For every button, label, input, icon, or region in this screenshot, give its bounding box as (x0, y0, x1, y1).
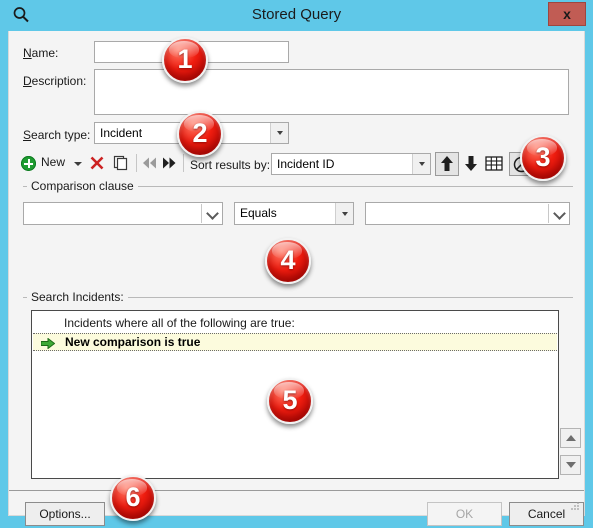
name-label: Name: (23, 46, 59, 60)
chevron-down-icon[interactable] (202, 203, 222, 224)
sort-field-value: Incident ID (277, 157, 335, 171)
sort-ascending-button[interactable] (435, 152, 459, 176)
circle-slash-icon (513, 156, 530, 173)
footer-separator (9, 490, 584, 491)
criteria-selected-row-text: New comparison is true (65, 335, 201, 349)
fast-forward-icon (163, 157, 176, 169)
window-title: Stored Query (251, 6, 342, 23)
move-down-button[interactable] (560, 455, 581, 475)
description-label-rest: escription: (31, 74, 87, 88)
comparison-clause-group-label: Comparison clause (27, 179, 138, 193)
options-button[interactable]: Options... (25, 502, 105, 526)
grid-view-button[interactable] (485, 156, 503, 174)
resize-grip-icon[interactable] (568, 500, 580, 512)
chevron-down-icon[interactable] (335, 203, 353, 224)
search-type-label-rest: earch type: (31, 128, 91, 142)
move-up-button[interactable] (560, 428, 581, 448)
copy-icon (113, 155, 128, 171)
title-bar: Stored Query x (0, 0, 593, 31)
dialog-body: Name: Description: Search type: Incident… (8, 31, 585, 526)
arrow-up-icon (441, 156, 453, 171)
toolbar-separator-1 (136, 154, 137, 172)
new-dropdown-chevron-down-icon[interactable] (74, 162, 82, 166)
green-arrow-icon (40, 337, 56, 350)
previous-button[interactable] (142, 156, 158, 173)
comparison-field-combo[interactable] (23, 202, 223, 225)
table-grid-icon (485, 156, 503, 171)
search-criteria-listbox[interactable]: Incidents where all of the following are… (31, 310, 559, 479)
stored-query-dialog-window: Stored Query x Name: Description: Search… (0, 0, 593, 528)
criteria-header-row: Incidents where all of the following are… (64, 316, 295, 330)
next-button[interactable] (161, 156, 177, 173)
rewind-icon (143, 157, 156, 169)
clear-sort-button[interactable] (509, 152, 533, 176)
criteria-selected-row[interactable]: New comparison is true (33, 333, 557, 351)
ok-button: OK (427, 502, 502, 526)
chevron-down-icon[interactable] (549, 203, 569, 224)
sort-results-by-label: Sort results by: (190, 158, 271, 172)
red-x-icon (90, 156, 104, 170)
copy-button[interactable] (113, 155, 129, 174)
search-type-label: Search type: (23, 128, 91, 142)
plus-circle-icon (21, 156, 36, 171)
toolbar-separator-2 (183, 154, 184, 172)
arrow-down-icon (465, 156, 477, 171)
chevron-down-icon[interactable] (270, 123, 288, 143)
close-button[interactable]: x (548, 2, 586, 26)
comparison-operator-value: Equals (240, 206, 277, 220)
description-input[interactable] (94, 69, 569, 115)
sort-descending-button[interactable] (463, 154, 479, 175)
delete-button[interactable] (89, 155, 105, 174)
new-button-label: New (41, 155, 66, 169)
search-type-value: Incident (100, 126, 143, 140)
name-label-rest: ame: (31, 46, 59, 60)
comparison-operator-combo[interactable]: Equals (234, 202, 354, 225)
query-toolbar: New Sort results by: Incident ID (9, 149, 584, 179)
name-input[interactable] (94, 41, 289, 63)
chevron-down-icon[interactable] (412, 154, 430, 174)
sort-field-combo[interactable]: Incident ID (271, 153, 431, 175)
search-type-combo[interactable]: Incident (94, 122, 289, 144)
search-incidents-group-label: Search Incidents: (27, 290, 128, 304)
description-label: Description: (23, 74, 87, 88)
comparison-value-combo[interactable] (365, 202, 570, 225)
